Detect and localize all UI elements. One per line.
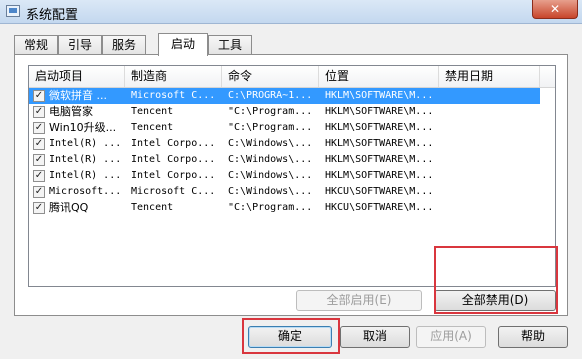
cell-manufacturer: Microsoft C...	[131, 186, 216, 197]
cell-manufacturer: Tencent	[131, 122, 174, 133]
cell-location: HKLM\SOFTWARE\M...	[325, 106, 434, 117]
tab-boot[interactable]: 引导	[58, 35, 102, 55]
cell-item: Microsoft...	[49, 186, 122, 197]
cell-disabled-date	[445, 136, 539, 152]
tab-general[interactable]: 常规	[14, 35, 58, 55]
startup-item-checkbox[interactable]: ✓	[33, 202, 45, 214]
enable-all-button[interactable]: 全部启用(E)	[296, 290, 422, 311]
cell-item: Intel(R) ...	[49, 154, 122, 165]
cell-disabled-date	[445, 184, 539, 200]
cell-item: Intel(R) ...	[49, 138, 122, 149]
cell-location: HKLM\SOFTWARE\M...	[325, 138, 434, 149]
table-row[interactable]: ✓ 微软拼音 ... Microsoft C... C:\PROGRA~1...…	[29, 88, 555, 104]
cell-location: HKLM\SOFTWARE\M...	[325, 170, 434, 181]
cell-command: "C:\Program...	[228, 202, 313, 213]
cell-disabled-date	[445, 152, 539, 168]
startup-item-checkbox[interactable]: ✓	[33, 170, 45, 182]
cell-command: C:\Windows\...	[228, 138, 313, 149]
cell-command: C:\Windows\...	[228, 186, 313, 197]
ok-highlight-box	[242, 318, 340, 354]
window-title: 系统配置	[26, 8, 79, 23]
table-row[interactable]: ✓ Win10升级... Tencent "C:\Program... HKLM…	[29, 120, 555, 136]
cell-disabled-date	[445, 104, 539, 120]
cell-disabled-date	[445, 88, 539, 104]
table-row[interactable]: ✓ Intel(R) ... Intel Corpo... C:\Windows…	[29, 168, 555, 184]
startup-item-checkbox[interactable]: ✓	[33, 90, 45, 102]
startup-item-checkbox[interactable]: ✓	[33, 154, 45, 166]
startup-item-checkbox[interactable]: ✓	[33, 122, 45, 134]
cell-location: HKCU\SOFTWARE\M...	[325, 202, 434, 213]
list-header: 启动项目 制造商 命令 位置 禁用日期	[29, 66, 555, 88]
column-header-command[interactable]: 命令	[222, 66, 319, 87]
cell-command: "C:\Program...	[228, 106, 313, 117]
cell-item: 微软拼音 ...	[49, 89, 107, 102]
cell-location: HKCU\SOFTWARE\M...	[325, 186, 434, 197]
cell-location: HKLM\SOFTWARE\M...	[325, 154, 434, 165]
disable-all-highlight-box	[434, 246, 558, 314]
cell-disabled-date	[445, 120, 539, 136]
cell-manufacturer: Intel Corpo...	[131, 170, 216, 181]
column-header-disabled-date[interactable]: 禁用日期	[439, 66, 540, 87]
tab-services[interactable]: 服务	[102, 35, 146, 55]
system-config-window: 系统配置 ✕ 常规 引导 服务 启动 工具 启动项目 制造商 命令 位置 禁用日…	[0, 0, 582, 359]
apply-button[interactable]: 应用(A)	[416, 326, 486, 348]
table-row[interactable]: ✓ 腾讯QQ Tencent "C:\Program... HKCU\SOFTW…	[29, 200, 555, 216]
cancel-button[interactable]: 取消	[340, 326, 410, 348]
table-row[interactable]: ✓ Microsoft... Microsoft C... C:\Windows…	[29, 184, 555, 200]
column-header-startup-item[interactable]: 启动项目	[29, 66, 125, 87]
table-row[interactable]: ✓ Intel(R) ... Intel Corpo... C:\Windows…	[29, 152, 555, 168]
cell-command: "C:\Program...	[228, 122, 313, 133]
table-row[interactable]: ✓ Intel(R) ... Intel Corpo... C:\Windows…	[29, 136, 555, 152]
cell-location: HKLM\SOFTWARE\M...	[325, 122, 434, 133]
cell-item: 电脑管家	[49, 105, 93, 118]
cell-location: HKLM\SOFTWARE\M...	[325, 90, 434, 101]
table-row[interactable]: ✓ 电脑管家 Tencent "C:\Program... HKLM\SOFTW…	[29, 104, 555, 120]
cell-disabled-date	[445, 200, 539, 216]
tab-startup[interactable]: 启动	[158, 33, 208, 56]
cell-disabled-date	[445, 168, 539, 184]
cell-command: C:\PROGRA~1...	[228, 90, 313, 101]
cell-manufacturer: Intel Corpo...	[131, 138, 216, 149]
tab-tools[interactable]: 工具	[208, 35, 252, 55]
cell-item: Intel(R) ...	[49, 170, 122, 181]
startup-item-checkbox[interactable]: ✓	[33, 106, 45, 118]
startup-item-checkbox[interactable]: ✓	[33, 138, 45, 150]
cell-command: C:\Windows\...	[228, 154, 313, 165]
close-button[interactable]: ✕	[532, 0, 578, 19]
system-config-app-icon	[6, 5, 20, 17]
help-button[interactable]: 帮助	[498, 326, 568, 348]
cell-command: C:\Windows\...	[228, 170, 313, 181]
cell-item: 腾讯QQ	[49, 201, 89, 214]
cell-item: Win10升级...	[49, 121, 117, 134]
cell-manufacturer: Tencent	[131, 202, 174, 213]
column-header-manufacturer[interactable]: 制造商	[125, 66, 222, 87]
column-header-location[interactable]: 位置	[319, 66, 439, 87]
startup-item-checkbox[interactable]: ✓	[33, 186, 45, 198]
cell-manufacturer: Tencent	[131, 106, 174, 117]
title-bar[interactable]: 系统配置 ✕	[0, 0, 582, 24]
cell-manufacturer: Intel Corpo...	[131, 154, 216, 165]
cell-manufacturer: Microsoft C...	[131, 90, 216, 101]
